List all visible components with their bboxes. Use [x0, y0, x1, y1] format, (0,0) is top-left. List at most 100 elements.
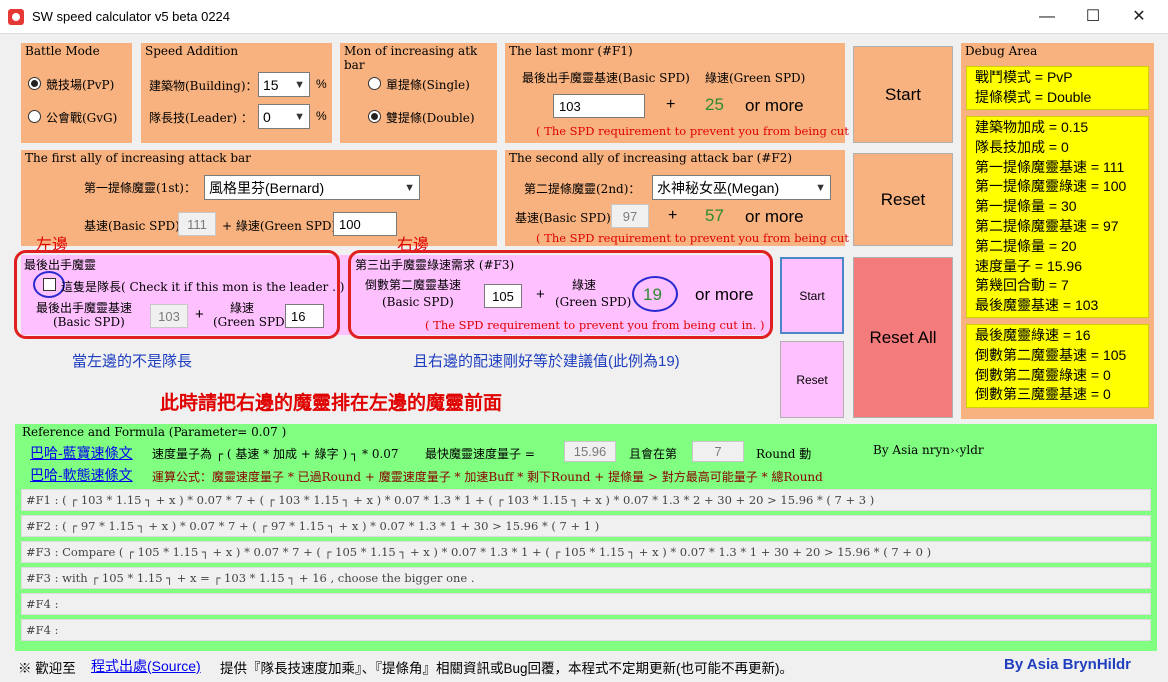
formula-row-f4-b: #F4 : [21, 619, 1151, 641]
building-label: 建築物(Building)： [149, 79, 258, 93]
debug-line: 速度量子 = 15.96 [975, 257, 1082, 274]
last-monr-green-value: 25 [705, 95, 724, 114]
footer-author: By Asia BrynHildr [1004, 656, 1131, 673]
footer-suffix: 提供『隊長技速度加乘』、『提條角』相關資訊或Bug回覆，本程式不定期更新(也可能… [220, 661, 794, 676]
last-monr-basic-label: 最後出手魔靈基速(Basic SPD) [522, 71, 690, 85]
last-monr-title: The last monr (#F1) [509, 44, 633, 58]
second-ally-plus: + [668, 207, 678, 224]
debug-line: 建築物加成 = 0.15 [975, 119, 1089, 135]
third-req-green-label-en: (Green SPD) [555, 295, 632, 309]
third-req-basic-label-en: (Basic SPD) [382, 295, 454, 309]
app-icon [8, 9, 24, 25]
formula-row-f1: #F1 : ( ┌ 103 * 1.15 ┐ + x ) * 0.07 * 7 … [21, 489, 1151, 511]
debug-line: 隊長技加成 = 0 [975, 138, 1069, 155]
third-req-plus: + [536, 286, 545, 303]
last-mon-title: 最後出手魔靈 [24, 258, 97, 272]
double-radio[interactable] [368, 110, 381, 123]
last-mon-plus: + [195, 306, 204, 323]
debug-line: 第一提條量 = 30 [975, 198, 1077, 215]
third-req-green-label: 綠速 [572, 278, 597, 292]
reference-title: Reference and Formula (Parameter= 0.07 ) [22, 425, 287, 439]
first-ally-green-input[interactable]: 100 [333, 212, 397, 236]
last-mon-basic-input: 103 [150, 304, 188, 328]
pvp-label: 競技場(PvP) [46, 78, 115, 92]
window-title: SW speed calculator v5 beta 0224 [32, 9, 231, 24]
bahamut-link-2[interactable]: 巴哈-軟態速條文 [30, 465, 133, 485]
chevron-down-icon: ▼ [404, 181, 415, 194]
formula-quantum: 速度量子為 ┌ ( 基速 * 加成 + 綠字 ) ┐ * 0.07 [152, 447, 399, 461]
start-button[interactable]: Start [853, 46, 953, 143]
single-radio[interactable] [368, 77, 381, 90]
increase-bar-panel: Mon of increasing atk bar 單提條(Single) 雙提… [340, 43, 497, 143]
minimize-button[interactable]: — [1024, 0, 1070, 34]
formula-row-f4-a: #F4 : [21, 593, 1151, 615]
maximize-button[interactable]: ☐ [1070, 0, 1116, 34]
last-monr-basic-input[interactable]: 103 [553, 94, 645, 118]
building-select[interactable]: 15 ▼ [258, 72, 310, 97]
reset-button[interactable]: Reset [853, 153, 953, 246]
round-value-field: 7 [692, 441, 744, 462]
fastest-quantum-label: 最快魔靈速度量子 = [425, 447, 535, 461]
start-pink-button[interactable]: Start [780, 257, 844, 334]
third-req-green-value: 19 [643, 285, 662, 304]
close-button[interactable]: ✕ [1116, 0, 1162, 34]
last-monr-warning: ( The SPD requirement to prevent you fro… [536, 124, 876, 138]
quantum-value-field: 15.96 [564, 441, 616, 462]
chevron-down-icon: ▼ [294, 78, 305, 91]
debug-box-last: 最後魔靈綠速 = 16 倒數第二魔靈基速 = 105 倒數第二魔靈綠速 = 0 … [966, 324, 1149, 408]
round-prefix-label: 且會在第 [629, 447, 678, 461]
debug-line: 倒數第二魔靈基速 = 105 [975, 346, 1127, 363]
last-mon-green-label-en: (Green SPD) [213, 315, 290, 329]
last-monr-plus: + [666, 96, 676, 113]
annotation-main: 此時請把右邊的魔靈排在左邊的魔靈前面 [160, 393, 503, 414]
battle-mode-panel: Battle Mode 競技場(PvP) 公會戰(GvG) [21, 43, 132, 143]
last-monr-panel: The last monr (#F1) 最後出手魔靈基速(Basic SPD) … [505, 43, 875, 143]
debug-line: 第二提條魔靈基速 = 97 [975, 217, 1119, 234]
formula-description: 運算公式：魔靈速度量子 * 已過Round + 魔靈速度量子 * 加速Buff … [152, 470, 823, 484]
second-ally-green-value: 57 [705, 206, 724, 225]
debug-line: 最後魔靈綠速 = 16 [975, 327, 1091, 343]
leader-value: 0 [263, 108, 271, 125]
second-ally-mon-value: 水神秘女巫(Megan) [657, 179, 780, 196]
last-mon-basic-label-en: (Basic SPD) [53, 315, 125, 329]
second-ally-basic-label: 基速(Basic SPD) [515, 211, 611, 225]
second-ally-title: The second ally of increasing attack bar… [509, 151, 793, 165]
last-mon-green-input[interactable]: 16 [285, 304, 324, 328]
pvp-radio[interactable] [28, 77, 41, 90]
building-value: 15 [263, 76, 279, 93]
debug-line: 第幾回合動 = 7 [975, 277, 1069, 294]
debug-line: 第二提條量 = 20 [975, 237, 1077, 254]
first-ally-basic-label: 基速(Basic SPD) [84, 219, 180, 233]
debug-box-mode: 戰鬥模式 = PvP 提條模式 = Double [966, 66, 1149, 110]
third-req-title: 第三出手魔靈綠速需求 (#F3) [355, 258, 515, 272]
debug-line: 提條模式 = Double [975, 88, 1092, 105]
gvg-radio[interactable] [28, 110, 41, 123]
bahamut-link-1[interactable]: 巴哈-藍寶速條文 [30, 443, 133, 463]
first-ally-mon-select[interactable]: 風格里芬(Bernard) ▼ [204, 175, 420, 200]
speed-addition-title: Speed Addition [145, 44, 239, 58]
building-unit: % [316, 77, 327, 91]
formula-row-f3-with: #F3 : with ┌ 105 * 1.15 ┐ + x = ┌ 103 * … [21, 567, 1151, 589]
last-mon-basic-label: 最後出手魔靈基速 [36, 301, 133, 315]
last-monr-or-more: or more [745, 96, 804, 115]
speed-addition-panel: Speed Addition 建築物(Building)： 15 ▼ % 隊長技… [141, 43, 332, 143]
leader-label: 隊長技(Leader) ： [149, 111, 253, 125]
chevron-down-icon: ▼ [815, 181, 826, 194]
second-ally-mon-select[interactable]: 水神秘女巫(Megan) ▼ [652, 175, 831, 200]
second-ally-mon-label: 第二提條魔靈(2nd)： [524, 182, 641, 196]
leader-check-label: 這隻是隊長( Check it if this mon is the leade… [61, 280, 345, 294]
third-req-basic-input[interactable]: 105 [484, 284, 522, 308]
leader-checkbox[interactable] [43, 278, 56, 291]
chevron-down-icon: ▼ [294, 110, 305, 123]
reset-pink-button[interactable]: Reset [780, 341, 844, 418]
leader-select[interactable]: 0 ▼ [258, 104, 310, 129]
reset-all-button[interactable]: Reset All [853, 257, 953, 418]
annotation-note-left: 當左邊的不是隊長 [72, 353, 193, 370]
formula-row-f3-compare: #F3 : Compare ( ┌ 105 * 1.15 ┐ + x ) * 0… [21, 541, 1151, 563]
increase-bar-title: Mon of increasing atk bar [344, 44, 478, 72]
battle-mode-title: Battle Mode [25, 44, 100, 58]
first-ally-mon-label: 第一提條魔靈(1st)： [84, 181, 196, 195]
debug-line: 第一提條魔靈基速 = 111 [975, 158, 1125, 175]
source-link[interactable]: 程式出處(Source) [91, 656, 201, 676]
debug-line: 第一提條魔靈綠速 = 100 [975, 178, 1127, 195]
